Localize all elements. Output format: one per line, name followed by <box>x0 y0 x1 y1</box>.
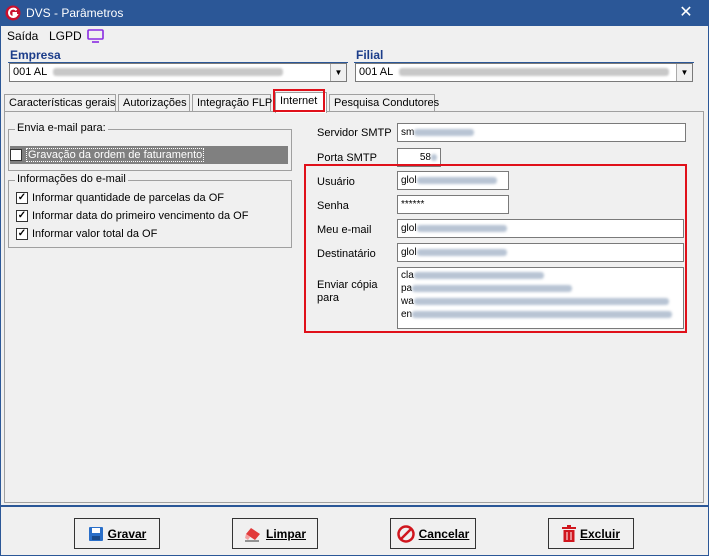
checkbox-label: Informar quantidade de parcelas da OF <box>32 192 225 204</box>
excluir-label: Excluir <box>579 526 621 541</box>
checkbox-quantidade-parcelas[interactable]: ✓ Informar quantidade de parcelas da OF <box>16 189 224 207</box>
servidor-smtp-value: sm <box>401 127 415 138</box>
gravar-button[interactable]: Gravar <box>74 518 160 549</box>
filial-select[interactable]: 001 AL ▼ <box>355 63 693 82</box>
destinatario-value: glol <box>401 247 417 258</box>
close-icon: ✕ <box>679 4 693 21</box>
checkbox-valor-total[interactable]: ✓ Informar valor total da OF <box>16 225 157 243</box>
porta-smtp-label: Porta SMTP <box>317 152 377 164</box>
checkbox-label: Gravação da ordem de faturamento <box>26 148 205 162</box>
cc-line: en <box>401 309 413 320</box>
servidor-smtp-label: Servidor SMTP <box>317 127 392 139</box>
servidor-smtp-input[interactable]: sm <box>397 123 686 142</box>
checkbox-gravacao-ordem[interactable]: ✓ Gravação da ordem de faturamento <box>10 146 288 164</box>
envia-email-title: Envia e-mail para: <box>15 122 108 134</box>
tab-integracao-flp[interactable]: Integração FLP <box>192 94 272 112</box>
info-email-group: Informações do e-mail ✓ Informar quantid… <box>8 173 292 248</box>
monitor-icon[interactable] <box>87 29 104 43</box>
senha-label: Senha <box>317 200 349 212</box>
checkmark-icon: ✓ <box>16 192 28 204</box>
destinatario-label: Destinatário <box>317 248 376 260</box>
usuario-label: Usuário <box>317 176 355 188</box>
empresa-label: Empresa <box>10 48 61 62</box>
tab-autorizacoes[interactable]: Autorizações <box>118 94 190 112</box>
checkmark-icon: ✓ <box>10 149 22 161</box>
eraser-icon <box>244 527 260 541</box>
menu-item-lgpd[interactable]: LGPD <box>49 29 82 43</box>
gravar-label: Gravar <box>107 526 147 541</box>
title-bar: DVS - Parâmetros ✕ <box>0 0 709 26</box>
usuario-value: glol <box>401 175 417 186</box>
cancelar-label: Cancelar <box>418 526 470 541</box>
cc-line: wa <box>401 296 414 307</box>
checkbox-primeiro-vencimento[interactable]: ✓ Informar data do primeiro vencimento d… <box>16 207 248 225</box>
filial-value: 001 AL <box>359 66 394 78</box>
app-logo-icon <box>5 5 21 21</box>
cancelar-button[interactable]: Cancelar <box>390 518 476 549</box>
excluir-button[interactable]: Excluir <box>548 518 634 549</box>
info-email-title: Informações do e-mail <box>15 173 128 185</box>
porta-smtp-value: 58 <box>419 152 431 163</box>
cc-line: cla <box>401 270 414 281</box>
senha-input[interactable]: ****** <box>397 195 509 214</box>
save-icon <box>88 526 103 541</box>
trash-icon <box>561 525 576 542</box>
tab-caracteristicas-gerais[interactable]: Características gerais <box>4 94 116 112</box>
tab-internet[interactable]: Internet <box>275 92 327 113</box>
checkmark-icon: ✓ <box>16 210 28 222</box>
tab-panel-internet: Envia e-mail para: ✓ Gravação da ordem d… <box>4 111 704 503</box>
filial-label: Filial <box>356 48 384 62</box>
cc-line: pa <box>401 283 413 294</box>
porta-smtp-input[interactable]: 58 <box>397 148 441 167</box>
checkmark-icon: ✓ <box>16 228 28 240</box>
meu-email-value: glol <box>401 223 417 234</box>
enviar-copia-label: Enviar cópia para <box>317 279 378 304</box>
close-button[interactable]: ✕ <box>663 0 709 26</box>
cancel-icon <box>396 524 415 543</box>
chevron-down-icon[interactable]: ▼ <box>676 64 692 81</box>
empresa-select[interactable]: 001 AL ▼ <box>9 63 347 82</box>
envia-email-group: Envia e-mail para: ✓ Gravação da ordem d… <box>8 122 292 171</box>
window-title: DVS - Parâmetros <box>26 6 124 20</box>
empresa-value: 001 AL <box>13 66 48 78</box>
limpar-label: Limpar <box>265 526 306 541</box>
bottom-divider <box>0 505 709 507</box>
meu-email-label: Meu e-mail <box>317 224 372 236</box>
enviar-copia-memo[interactable]: cla pa wa en <box>397 267 684 329</box>
checkbox-label: Informar data do primeiro vencimento da … <box>32 210 249 222</box>
destinatario-input[interactable]: glol <box>397 243 684 262</box>
checkbox-label: Informar valor total da OF <box>32 228 158 240</box>
usuario-input[interactable]: glol <box>397 171 509 190</box>
limpar-button[interactable]: Limpar <box>232 518 318 549</box>
tab-pesquisa-condutores[interactable]: Pesquisa Condutores <box>329 94 439 112</box>
meu-email-input[interactable]: glol <box>397 219 684 238</box>
chevron-down-icon[interactable]: ▼ <box>330 64 346 81</box>
menu-item-saida[interactable]: Saída <box>7 29 38 43</box>
menu-bar: Saída LGPD <box>0 26 709 46</box>
senha-value: ****** <box>401 199 425 210</box>
